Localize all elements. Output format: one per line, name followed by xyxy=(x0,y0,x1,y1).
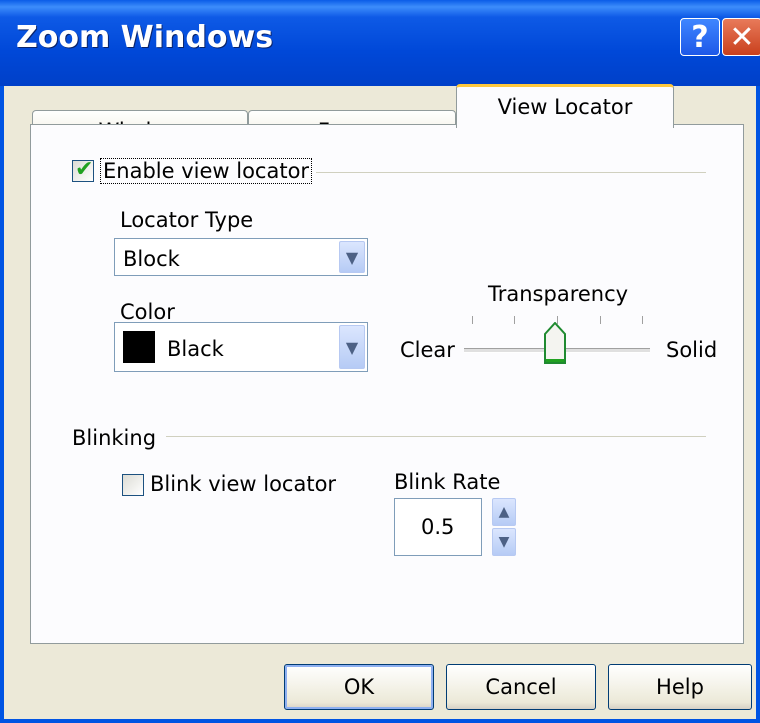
cancel-button[interactable]: Cancel xyxy=(446,664,596,710)
ok-button[interactable]: OK xyxy=(284,664,434,710)
transparency-min-label: Clear xyxy=(400,338,455,362)
blink-view-locator-checkbox[interactable] xyxy=(122,474,144,496)
spin-down-button[interactable]: ▼ xyxy=(492,528,516,556)
blink-rate-input[interactable]: 0.5 xyxy=(394,498,482,556)
blinking-divider xyxy=(166,436,706,437)
dialog-window: Zoom Windows ? ✕ Window Freeze View Loca… xyxy=(0,0,760,723)
color-value: Black xyxy=(167,337,224,361)
slider-tick xyxy=(514,316,515,324)
blink-rate-label: Blink Rate xyxy=(394,470,501,494)
transparency-label: Transparency xyxy=(488,282,629,306)
check-icon: ✔ xyxy=(75,157,94,182)
chevron-up-icon: ▲ xyxy=(498,504,510,520)
color-swatch xyxy=(123,331,155,363)
transparency-slider-thumb[interactable] xyxy=(544,322,566,364)
tab-panel xyxy=(30,124,744,644)
transparency-max-label: Solid xyxy=(666,338,718,362)
color-label: Color xyxy=(120,300,175,324)
help-icon: ? xyxy=(691,19,709,55)
help-button[interactable]: Help xyxy=(608,664,752,710)
slider-tick xyxy=(642,316,643,324)
enable-view-locator-label[interactable]: Enable view locator xyxy=(100,158,313,184)
chevron-down-icon[interactable]: ▼ xyxy=(339,325,365,369)
blink-view-locator-label[interactable]: Blink view locator xyxy=(150,472,336,496)
tab-view-locator[interactable]: View Locator xyxy=(456,84,674,128)
close-icon: ✕ xyxy=(729,19,755,55)
window-title: Zoom Windows xyxy=(16,20,274,55)
color-select[interactable]: Black ▼ xyxy=(114,322,368,372)
locator-type-value: Block xyxy=(123,247,180,271)
enable-divider xyxy=(316,172,706,173)
title-bar[interactable]: Zoom Windows ? ✕ xyxy=(0,0,760,86)
close-button[interactable]: ✕ xyxy=(722,18,760,56)
chevron-down-icon: ▼ xyxy=(498,534,510,550)
locator-type-select[interactable]: Block ▼ xyxy=(114,238,368,276)
chevron-down-icon[interactable]: ▼ xyxy=(339,241,365,273)
slider-tick xyxy=(600,316,601,324)
blink-rate-value: 0.5 xyxy=(421,515,455,539)
enable-view-locator-checkbox[interactable]: ✔ xyxy=(72,157,94,182)
locator-type-label: Locator Type xyxy=(120,208,254,232)
slider-tick xyxy=(472,316,473,324)
spin-up-button[interactable]: ▲ xyxy=(492,498,516,526)
help-title-button[interactable]: ? xyxy=(680,18,720,56)
blinking-section-label: Blinking xyxy=(72,426,157,450)
